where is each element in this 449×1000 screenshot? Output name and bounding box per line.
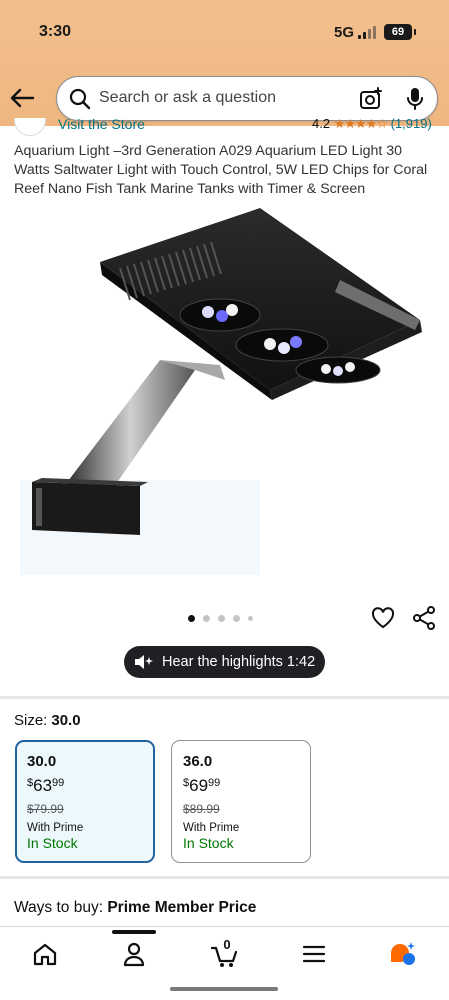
search-placeholder: Search or ask a question: [99, 89, 276, 106]
heart-icon[interactable]: [370, 605, 396, 631]
home-indicator: [170, 987, 278, 991]
ways-to-buy-label: Ways to buy:: [14, 899, 104, 916]
size-option-stock: In Stock: [27, 835, 78, 851]
image-carousel-dots[interactable]: [188, 613, 253, 623]
ways-to-buy: Ways to buy: Prime Member Price: [14, 899, 256, 917]
rating-summary[interactable]: 4.2 ★★★★☆ (1,919): [312, 118, 432, 132]
bottom-nav: 0: [0, 926, 449, 1000]
cart-count: 0: [223, 937, 231, 952]
menu-icon[interactable]: [299, 939, 329, 969]
hear-highlights-button[interactable]: Hear the highlights 1:42: [124, 646, 325, 678]
search-input[interactable]: Search or ask a question: [56, 76, 438, 121]
share-icon[interactable]: [411, 605, 437, 631]
size-option-label: 30.0: [27, 753, 57, 770]
carousel-dot-3[interactable]: [218, 614, 225, 622]
section-divider: [0, 876, 449, 879]
size-option-price: $6399: [27, 776, 65, 795]
size-option-36[interactable]: 36.0 $6999 $89.99 With Prime In Stock: [171, 740, 311, 863]
size-heading: Size: 30.0: [14, 712, 81, 729]
store-rating-row: Visit the Store 4.2 ★★★★☆ (1,919): [0, 118, 449, 136]
size-option-price: $6999: [183, 776, 221, 795]
rating-value: 4.2: [312, 118, 331, 131]
selected-size-value: 30.0: [51, 712, 81, 729]
carousel-dot-2[interactable]: [203, 614, 210, 622]
size-option-prime-text: With Prime: [27, 822, 84, 834]
status-bar: 3:30 5G 69: [0, 0, 449, 66]
status-time: 3:30: [39, 23, 72, 40]
size-option-30[interactable]: 30.0 $6399 $79.99 With Prime In Stock: [15, 740, 155, 863]
carousel-dot-5[interactable]: [248, 615, 253, 621]
size-option-list-price: $79.99: [27, 802, 64, 816]
speaker-sparkle-icon: [135, 655, 153, 669]
rating-stars: ★★★★☆: [333, 118, 388, 131]
carousel-dot-4[interactable]: [233, 614, 240, 622]
signal-icon: [358, 26, 380, 39]
review-count: (1,919): [390, 118, 432, 131]
hear-highlights-label: Hear the highlights 1:42: [162, 654, 316, 670]
size-option-stock: In Stock: [183, 835, 234, 851]
rufus-icon[interactable]: [388, 939, 418, 969]
home-icon[interactable]: [30, 939, 60, 969]
size-option-label: 36.0: [183, 753, 213, 770]
battery-icon: 69: [384, 24, 416, 40]
size-label: Size:: [14, 712, 48, 729]
visit-store-link[interactable]: Visit the Store: [58, 118, 145, 132]
back-arrow-icon[interactable]: [8, 84, 36, 112]
size-option-list-price: $89.99: [183, 802, 220, 816]
product-title: Aquarium Light –3rd Generation A029 Aqua…: [14, 143, 428, 197]
account-icon[interactable]: [119, 939, 149, 969]
microphone-icon[interactable]: [405, 86, 425, 112]
carousel-dot-1[interactable]: [188, 614, 195, 622]
product-image[interactable]: [20, 200, 430, 580]
size-option-prime-text: With Prime: [183, 822, 240, 834]
section-divider: [0, 696, 449, 699]
store-logo[interactable]: [14, 118, 46, 136]
active-tab-indicator: [112, 930, 156, 934]
camera-search-icon[interactable]: [359, 87, 383, 111]
app-header: 3:30 5G 69 Search or ask a question: [0, 0, 449, 126]
search-icon: [69, 88, 91, 110]
network-label: 5G: [334, 24, 355, 41]
ways-to-buy-value: Prime Member Price: [107, 899, 257, 916]
